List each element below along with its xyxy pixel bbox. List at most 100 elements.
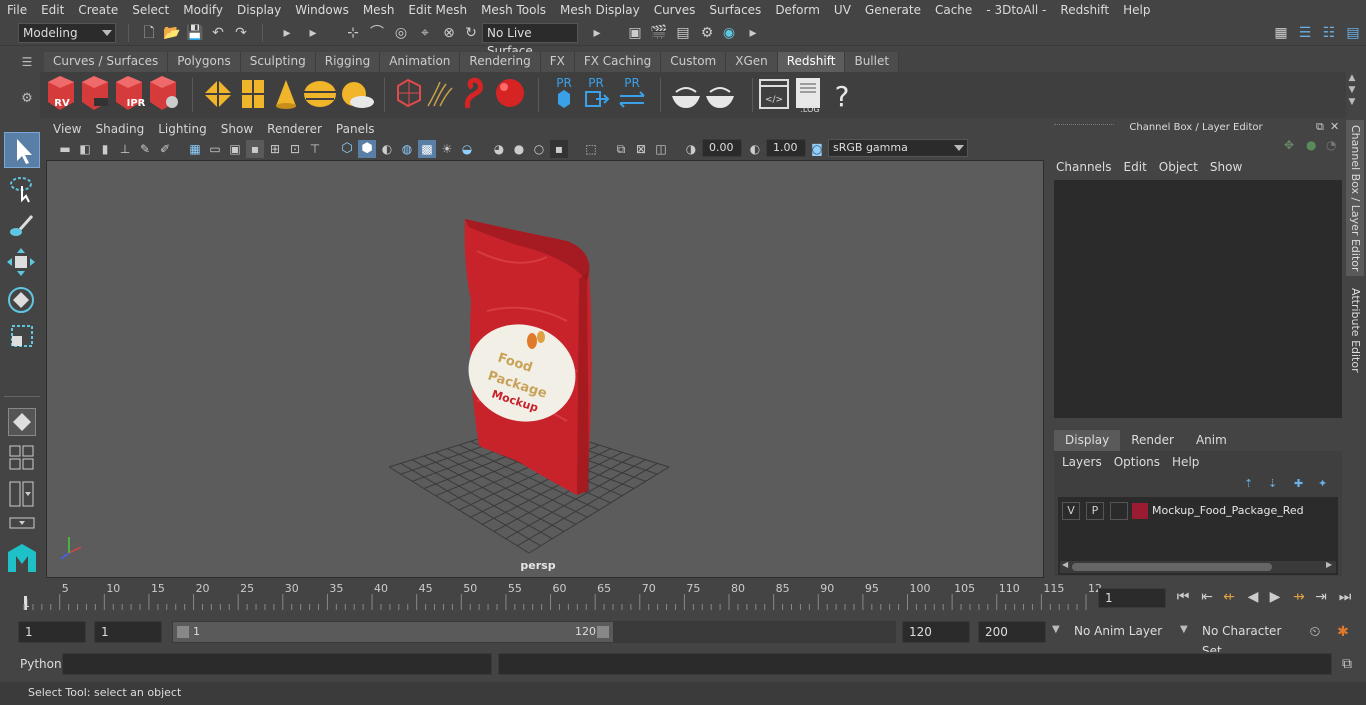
image-plane-icon[interactable]: ⊥ bbox=[116, 140, 134, 158]
depth-of-field-icon[interactable]: ▪ bbox=[550, 140, 568, 158]
scrollbar-thumb[interactable] bbox=[1072, 563, 1272, 571]
anim-layer-dropdown[interactable]: No Anim Layer bbox=[1068, 621, 1174, 643]
range-slider[interactable]: 1 120 bbox=[172, 621, 614, 643]
playback-end-input[interactable]: 120 bbox=[902, 621, 970, 643]
layer-visibility-toggle[interactable]: V bbox=[1062, 502, 1080, 520]
shelf-settings-icon[interactable]: ⚙ bbox=[18, 90, 36, 108]
single-pane-layout-button[interactable] bbox=[8, 408, 36, 436]
shelf-tab-curves-surfaces[interactable]: Curves / Surfaces bbox=[44, 52, 169, 72]
menu-windows[interactable]: Windows bbox=[288, 3, 356, 17]
character-set-dropdown[interactable]: No Character Set bbox=[1196, 621, 1300, 658]
chevron-down-icon[interactable]: ▼ bbox=[1052, 624, 1060, 635]
rs-render-sequence-icon[interactable] bbox=[82, 76, 108, 110]
tool-settings-toggle-icon[interactable]: ▤ bbox=[1344, 24, 1362, 42]
undo-icon[interactable]: ↶ bbox=[209, 24, 227, 42]
menu-cache[interactable]: Cache bbox=[928, 3, 979, 17]
render-settings-icon[interactable]: ⚙ bbox=[698, 24, 716, 42]
channel-box-menu-object[interactable]: Object bbox=[1159, 160, 1210, 174]
shelf-scroll-icon[interactable]: ▲ ▼ ▼ bbox=[1346, 72, 1358, 112]
viewport-menu-shading[interactable]: Shading bbox=[88, 120, 151, 138]
range-handle-end[interactable] bbox=[597, 626, 609, 638]
command-language-label[interactable]: Python bbox=[20, 657, 62, 671]
go-to-end-icon[interactable]: ⏭ bbox=[1336, 588, 1354, 606]
layer-type-toggle[interactable] bbox=[1110, 502, 1128, 520]
log-file-icon[interactable]: .LOG bbox=[796, 78, 820, 114]
menu-edit-mesh[interactable]: Edit Mesh bbox=[401, 3, 474, 17]
rs-dome-light-icon[interactable] bbox=[304, 81, 336, 107]
ambient-occlusion-icon[interactable]: ◕ bbox=[490, 140, 508, 158]
menu-display[interactable]: Display bbox=[230, 3, 288, 17]
attribute-editor-toggle-icon[interactable]: ☷ bbox=[1320, 24, 1338, 42]
menu-3dtoall[interactable]: - 3DtoAll - bbox=[979, 3, 1053, 17]
animation-preferences-icon[interactable]: ✱ bbox=[1334, 623, 1352, 641]
xray-icon[interactable]: ◍ bbox=[398, 140, 416, 158]
channel-list[interactable] bbox=[1054, 180, 1342, 418]
step-back-frame-icon[interactable]: ⇷ bbox=[1220, 588, 1238, 606]
workspace-icon[interactable]: ▦ bbox=[1272, 24, 1290, 42]
range-handle-start[interactable] bbox=[177, 626, 189, 638]
wireframe-on-shaded-icon[interactable]: ◐ bbox=[378, 140, 396, 158]
shelf-tab-fx[interactable]: FX bbox=[540, 52, 575, 72]
shelf-tab-redshift[interactable]: Redshift bbox=[777, 52, 846, 72]
key-status-icon[interactable]: ● bbox=[1306, 138, 1316, 152]
menu-surfaces[interactable]: Surfaces bbox=[702, 3, 768, 17]
menu-edit[interactable]: Edit bbox=[34, 3, 71, 17]
rs-spot-light-icon[interactable] bbox=[276, 80, 296, 109]
layer-color-swatch[interactable] bbox=[1132, 503, 1148, 519]
xray-joints-icon[interactable]: ⧉ bbox=[612, 140, 630, 158]
shelf-tab-rigging[interactable]: Rigging bbox=[315, 52, 381, 72]
viewport-menu-show[interactable]: Show bbox=[214, 120, 260, 138]
rs-sun-light-icon[interactable] bbox=[342, 82, 374, 108]
rs-proxy-icon[interactable] bbox=[204, 80, 232, 108]
shelf-tab-animation[interactable]: Animation bbox=[380, 52, 461, 72]
range-slider-track[interactable] bbox=[614, 621, 896, 643]
smooth-shade-icon[interactable]: ⬢ bbox=[358, 140, 376, 158]
rotate-tool-button[interactable] bbox=[4, 284, 40, 316]
material-bowl-icon[interactable] bbox=[672, 87, 700, 108]
menu-mesh-tools[interactable]: Mesh Tools bbox=[474, 3, 553, 17]
rs-settings-icon[interactable] bbox=[150, 76, 178, 110]
shelf-tab-bullet[interactable]: Bullet bbox=[845, 52, 900, 72]
collapse-arrow-icon[interactable]: ▸ bbox=[278, 24, 296, 42]
3d-viewport[interactable]: Food Package Mockup persp bbox=[46, 160, 1044, 578]
xray-active-icon[interactable]: ⊠ bbox=[632, 140, 650, 158]
auto-key-icon[interactable]: ⏲ bbox=[1306, 623, 1324, 641]
shelf-tab-xgen[interactable]: XGen bbox=[726, 52, 778, 72]
rs-volume-icon[interactable] bbox=[397, 78, 421, 108]
layer-tab-display[interactable]: Display bbox=[1054, 430, 1121, 451]
channel-box-menu-edit[interactable]: Edit bbox=[1124, 160, 1159, 174]
layer-menu-options[interactable]: Options bbox=[1114, 455, 1172, 469]
chevron-down-icon[interactable]: ▼ bbox=[1180, 624, 1188, 635]
shelf-menu-icon[interactable]: ☰ bbox=[18, 56, 36, 70]
live-surface-field[interactable]: No Live Surface bbox=[482, 23, 578, 58]
render-sequence-icon[interactable]: 🎬 bbox=[650, 24, 668, 42]
safe-title-icon[interactable]: ⊤ bbox=[306, 140, 324, 158]
move-layer-up-icon[interactable]: ⇡ bbox=[1244, 477, 1253, 490]
material-bowl-2-icon[interactable] bbox=[706, 87, 734, 108]
layer-playback-toggle[interactable]: P bbox=[1086, 502, 1104, 520]
shadows-icon[interactable]: ◒ bbox=[458, 140, 476, 158]
select-camera-icon[interactable]: ▬ bbox=[56, 140, 74, 158]
menu-deform[interactable]: Deform bbox=[768, 3, 827, 17]
film-gate-icon[interactable]: ▭ bbox=[206, 140, 224, 158]
new-scene-icon[interactable]: 🗋 bbox=[140, 24, 158, 42]
outliner-layout-button[interactable] bbox=[8, 480, 36, 508]
viewport-menu-lighting[interactable]: Lighting bbox=[151, 120, 214, 138]
lights-icon[interactable]: ☀ bbox=[438, 140, 456, 158]
hud-icon[interactable]: ◫ bbox=[652, 140, 670, 158]
close-icon[interactable]: ✕ bbox=[1330, 120, 1339, 133]
menu-generate[interactable]: Generate bbox=[858, 3, 928, 17]
food-package-mesh[interactable]: Food Package Mockup bbox=[456, 219, 592, 495]
play-backwards-icon[interactable]: ◀ bbox=[1244, 588, 1262, 606]
move-layer-down-icon[interactable]: ⇣ bbox=[1268, 477, 1277, 490]
color-management-icon[interactable]: ◙ bbox=[808, 140, 826, 158]
go-to-start-icon[interactable]: ⏮ bbox=[1174, 588, 1192, 606]
exposure-input[interactable]: 0.00 bbox=[702, 139, 742, 157]
snap-grid-icon[interactable]: ⊹ bbox=[344, 24, 362, 42]
snap-surface-icon[interactable]: ⊗ bbox=[440, 24, 458, 42]
pencil-icon[interactable]: ✐ bbox=[156, 140, 174, 158]
collapse-arrow-icon[interactable]: ▸ bbox=[304, 24, 322, 42]
render-frame-icon[interactable]: ▣ bbox=[626, 24, 644, 42]
snap-curve-icon[interactable]: ⌒ bbox=[368, 24, 386, 42]
layer-tab-render[interactable]: Render bbox=[1120, 430, 1185, 451]
